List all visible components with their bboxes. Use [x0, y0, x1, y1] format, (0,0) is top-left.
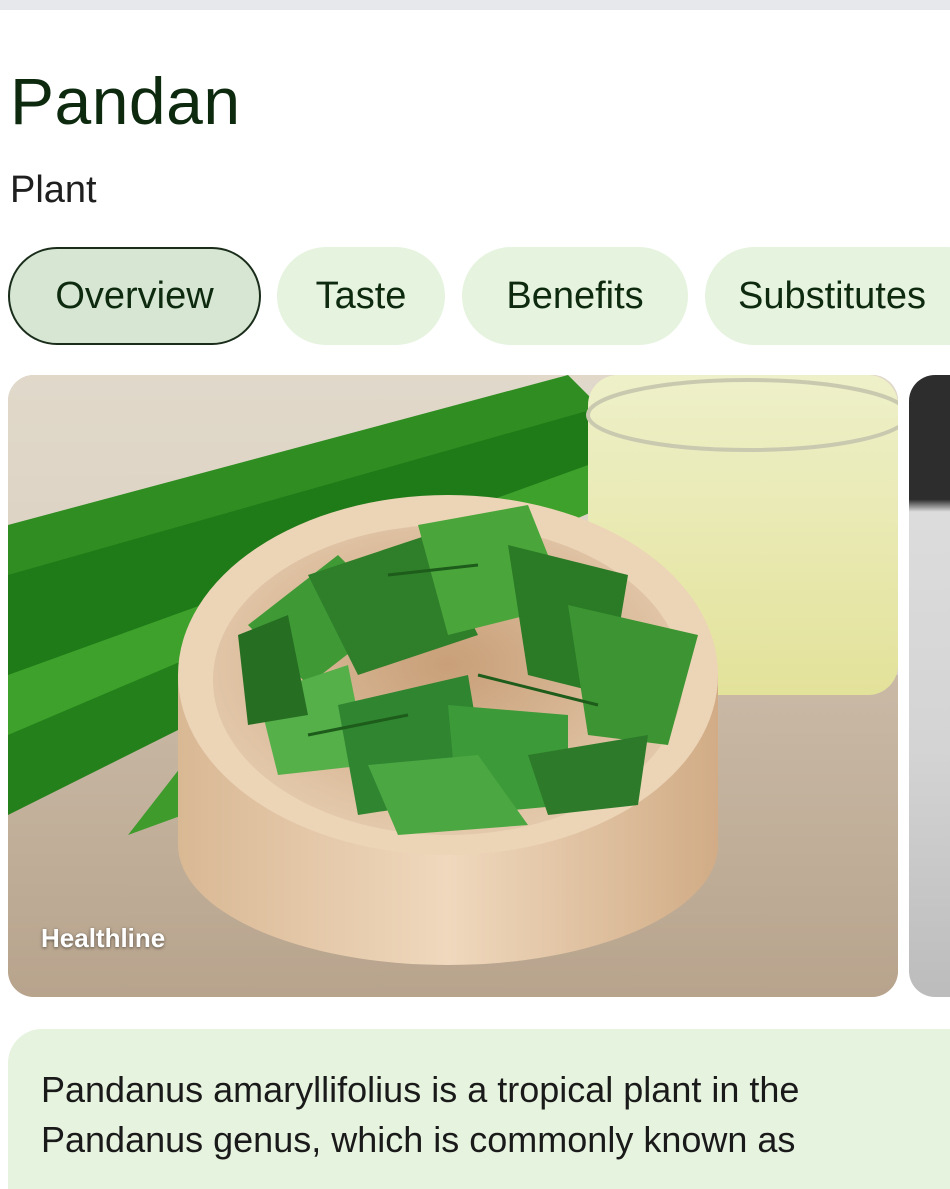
tab-overview[interactable]: Overview [8, 247, 261, 345]
description-card: Pandanus amaryllifolius is a tropical pl… [8, 1029, 950, 1189]
top-edge-strip [0, 0, 950, 10]
description-text: Pandanus amaryllifolius is a tropical pl… [41, 1069, 800, 1160]
entity-title: Pandan [10, 64, 241, 138]
tab-substitutes[interactable]: Substitutes [705, 247, 950, 345]
pandan-leaf-photo [8, 375, 898, 997]
entity-subtitle: Plant [10, 169, 97, 211]
image-carousel[interactable]: Healthline [0, 375, 950, 997]
tab-benefits[interactable]: Benefits [462, 247, 688, 345]
tab-chip-row: Overview Taste Benefits Substitutes [0, 247, 950, 347]
next-photo-card-peek[interactable] [909, 375, 950, 997]
tab-taste[interactable]: Taste [277, 247, 445, 345]
image-source-label: Healthline [41, 923, 166, 953]
pandan-photo-card[interactable]: Healthline [8, 375, 898, 997]
